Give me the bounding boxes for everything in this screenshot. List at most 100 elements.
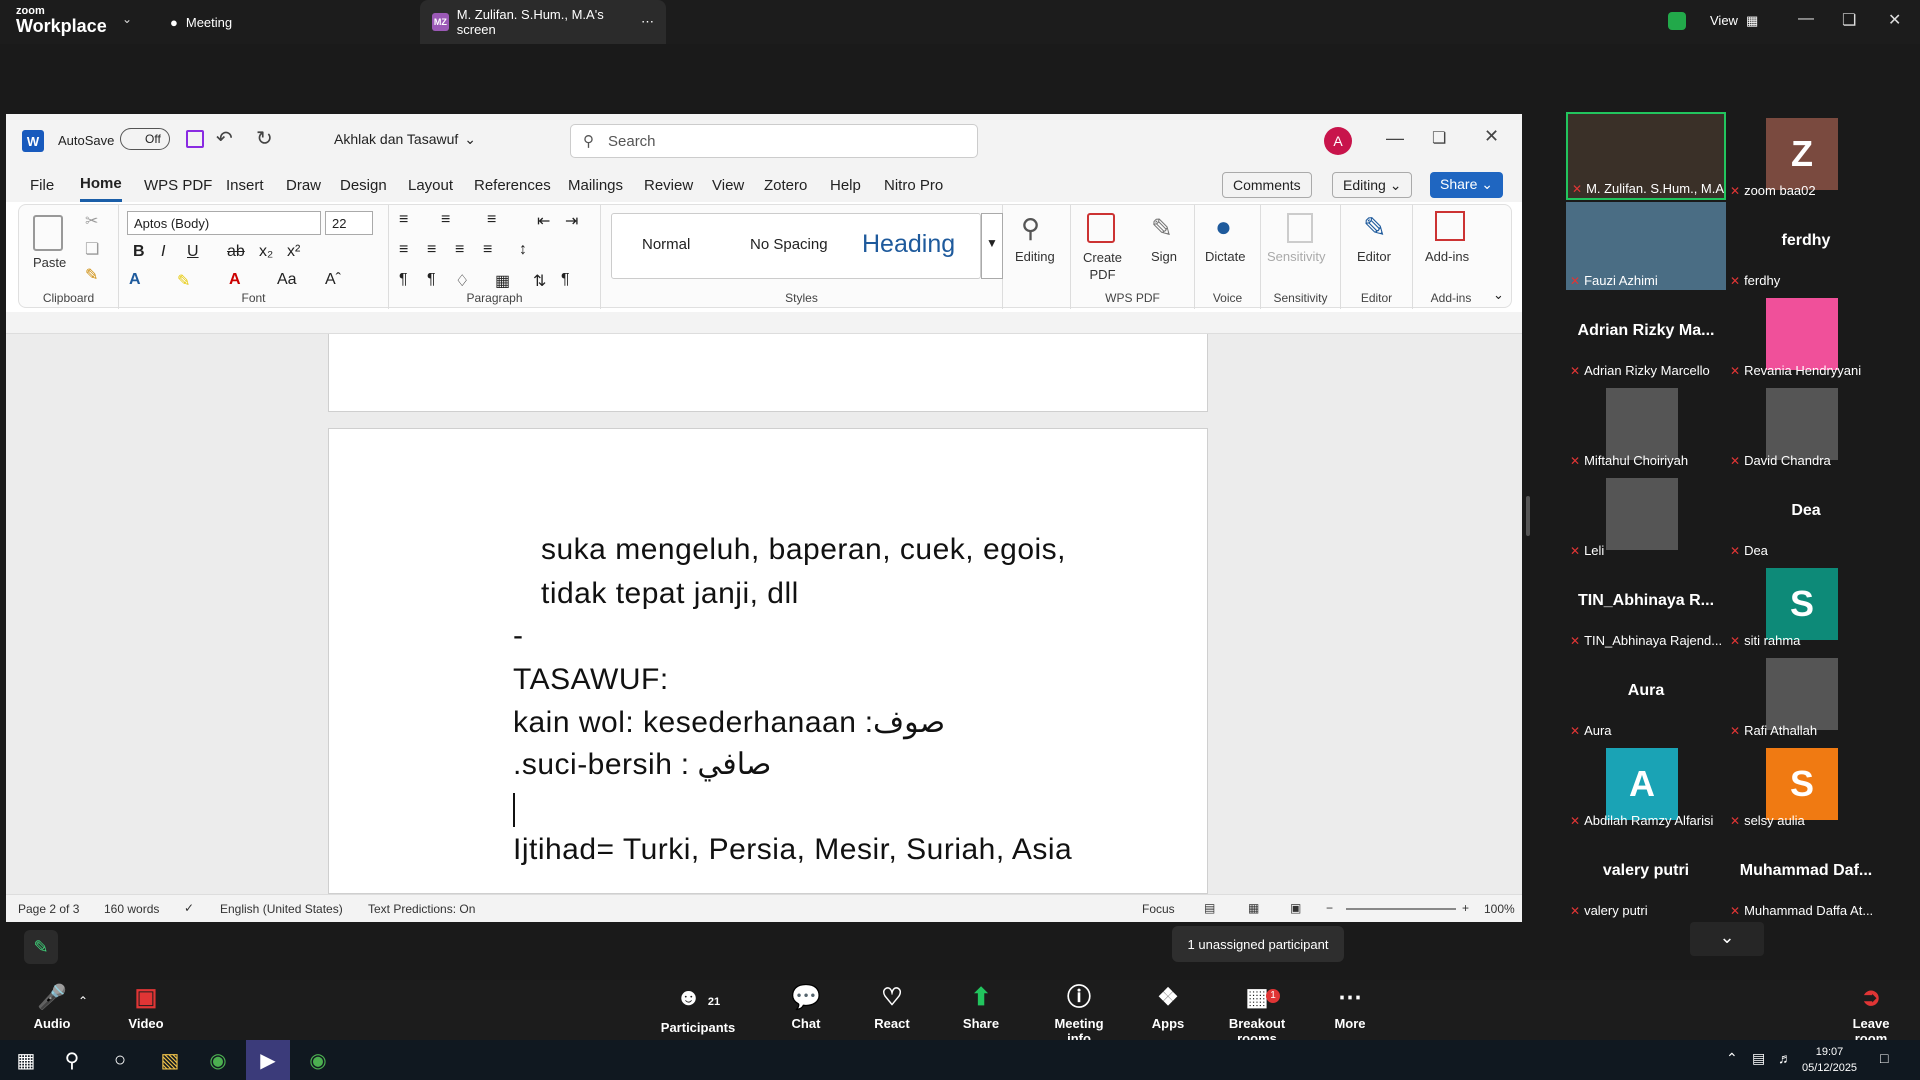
- save-icon[interactable]: [186, 130, 204, 148]
- redo-icon[interactable]: ↻: [256, 126, 273, 151]
- minimize-icon[interactable]: —: [1386, 128, 1404, 149]
- borders-icon[interactable]: ▦: [495, 271, 510, 291]
- copy-icon[interactable]: ❏: [85, 239, 99, 259]
- text-effects-icon[interactable]: A: [129, 271, 141, 289]
- more-button[interactable]: ⋯ More: [1330, 980, 1370, 1040]
- participant-tile[interactable]: ferdhy ✕ ferdhy: [1726, 202, 1886, 290]
- bullets-icon[interactable]: ≡: [399, 211, 408, 229]
- editor-pen-icon[interactable]: ✎: [1363, 211, 1386, 244]
- bold-icon[interactable]: B: [133, 243, 145, 261]
- proofing-icon[interactable]: ✓: [184, 901, 194, 915]
- participant-tile[interactable]: ✕ Revania Hendryyani: [1726, 292, 1886, 380]
- line-spacing-icon[interactable]: ↕: [519, 241, 527, 259]
- close-icon[interactable]: ✕: [1484, 126, 1499, 147]
- tab-draw[interactable]: Draw: [286, 168, 321, 202]
- style-no-spacing[interactable]: No Spacing: [750, 236, 828, 253]
- zoom-slider[interactable]: [1346, 908, 1456, 910]
- apps-button[interactable]: ❖ Apps: [1150, 980, 1186, 1040]
- tray-chevron-icon[interactable]: ⌃: [1726, 1050, 1738, 1067]
- participant-tile[interactable]: valery putri ✕ valery putri: [1566, 832, 1726, 920]
- subscript-icon[interactable]: x₂: [259, 243, 273, 261]
- style-heading[interactable]: Heading: [862, 230, 955, 259]
- format-painter-icon[interactable]: ✎: [85, 265, 98, 285]
- sign-icon[interactable]: ✎: [1151, 213, 1173, 244]
- strikethrough-icon[interactable]: ab: [227, 243, 245, 261]
- focus-button[interactable]: Focus: [1142, 902, 1175, 916]
- align-center-icon[interactable]: ≡: [427, 241, 436, 259]
- video-button[interactable]: ▣ Video: [124, 980, 168, 1040]
- participant-tile[interactable]: Adrian Rizky Ma... ✕ Adrian Rizky Marcello: [1566, 292, 1726, 380]
- zoom-in-icon[interactable]: +: [1462, 901, 1469, 915]
- meeting-info-button[interactable]: ⓘ Meeting info: [1042, 980, 1116, 1046]
- participant-tile[interactable]: ✕ David Chandra: [1726, 382, 1886, 470]
- react-button[interactable]: ♡ React: [870, 980, 914, 1040]
- audio-options-icon[interactable]: ⌃: [78, 994, 88, 1008]
- print-layout-icon[interactable]: ▦: [1248, 901, 1259, 915]
- audio-button[interactable]: 🎤 Audio: [30, 980, 74, 1040]
- tab-insert[interactable]: Insert: [226, 168, 264, 202]
- doc-line[interactable]: TASAWUF:: [513, 663, 669, 697]
- minimize-icon[interactable]: —: [1798, 10, 1814, 28]
- align-left-icon[interactable]: ≡: [399, 241, 408, 259]
- participant-tile[interactable]: S ✕ selsy aulia: [1726, 742, 1886, 830]
- search-icon[interactable]: ⚲: [50, 1040, 94, 1080]
- windows-start-icon[interactable]: ▦: [4, 1040, 48, 1080]
- tab-meeting[interactable]: ● Meeting: [170, 0, 232, 44]
- avatar[interactable]: A: [1324, 127, 1352, 155]
- show-formatting-icon[interactable]: ¶: [561, 271, 570, 289]
- participant-tile[interactable]: ✕ Rafi Athallah: [1726, 652, 1886, 740]
- paste-icon[interactable]: [33, 215, 63, 251]
- tab-layout[interactable]: Layout: [408, 168, 453, 202]
- shading-icon[interactable]: ♢: [455, 271, 469, 291]
- sensitivity-button[interactable]: Sensitivity: [1267, 249, 1326, 264]
- tab-shared-screen[interactable]: MZ M. Zulifan. S.Hum., M.A's screen ⋯: [420, 0, 666, 44]
- text-predictions[interactable]: Text Predictions: On: [368, 902, 475, 916]
- font-name-select[interactable]: Aptos (Body): [127, 211, 321, 235]
- leave-room-button[interactable]: ➲ Leave room: [1836, 980, 1906, 1046]
- document-title[interactable]: Akhlak dan Tasawuf ⌄: [334, 131, 476, 148]
- italic-icon[interactable]: I: [161, 243, 165, 261]
- collapse-ribbon-icon[interactable]: ⌄: [1493, 287, 1504, 303]
- tab-references[interactable]: References: [474, 168, 551, 202]
- addins-icon[interactable]: [1435, 211, 1465, 241]
- network-icon[interactable]: ▤: [1752, 1050, 1765, 1067]
- tab-home[interactable]: Home: [80, 168, 122, 202]
- doc-line[interactable]: صوف: kain wol: kesederhanaan: [513, 705, 945, 740]
- ltr-icon[interactable]: ¶: [399, 271, 408, 289]
- paste-button[interactable]: Paste: [33, 255, 66, 270]
- doc-line[interactable]: صافي : suci-bersih.: [513, 747, 771, 782]
- microphone-icon[interactable]: ●: [1215, 211, 1232, 243]
- chrome-icon[interactable]: ◉: [296, 1040, 340, 1080]
- find-icon[interactable]: ⚲: [1021, 213, 1040, 244]
- justify-icon[interactable]: ≡: [483, 241, 492, 259]
- font-color-icon[interactable]: A: [229, 271, 241, 289]
- grow-font-icon[interactable]: Aˆ: [325, 271, 341, 289]
- doc-line[interactable]: suka mengeluh, baperan, cuek, egois,: [541, 533, 1066, 567]
- decrease-indent-icon[interactable]: ⇤: [537, 211, 550, 231]
- increase-indent-icon[interactable]: ⇥: [565, 211, 578, 231]
- volume-icon[interactable]: ♬: [1778, 1050, 1792, 1066]
- share-button[interactable]: Share ⌄: [1430, 172, 1503, 198]
- pdf-icon[interactable]: [1087, 213, 1115, 243]
- underline-icon[interactable]: U: [187, 243, 199, 261]
- numbering-icon[interactable]: ≡: [441, 211, 450, 229]
- more-options-icon[interactable]: ⋯: [641, 14, 654, 30]
- word-count[interactable]: 160 words: [104, 902, 159, 916]
- search-input[interactable]: ⚲ Search: [570, 124, 978, 158]
- create-pdf-button[interactable]: Create PDF: [1083, 249, 1122, 283]
- tab-help[interactable]: Help: [830, 168, 861, 202]
- cortana-icon[interactable]: ○: [98, 1040, 142, 1080]
- align-right-icon[interactable]: ≡: [455, 241, 464, 259]
- sign-button[interactable]: Sign: [1151, 249, 1177, 264]
- resize-handle[interactable]: [1526, 496, 1530, 536]
- change-case-icon[interactable]: Aa: [277, 271, 297, 289]
- tab-nitro-pro[interactable]: Nitro Pro: [884, 168, 943, 202]
- participant-tile[interactable]: Z ✕ zoom baa02: [1726, 112, 1886, 200]
- tab-file[interactable]: File: [30, 168, 54, 202]
- annotate-icon[interactable]: ✎: [24, 930, 58, 964]
- zoom-level[interactable]: 100%: [1484, 902, 1515, 916]
- participant-tile[interactable]: ✕ Fauzi Azhimi: [1566, 202, 1726, 290]
- page-count[interactable]: Page 2 of 3: [18, 902, 79, 916]
- tab-design[interactable]: Design: [340, 168, 387, 202]
- zoom-out-icon[interactable]: −: [1326, 901, 1333, 915]
